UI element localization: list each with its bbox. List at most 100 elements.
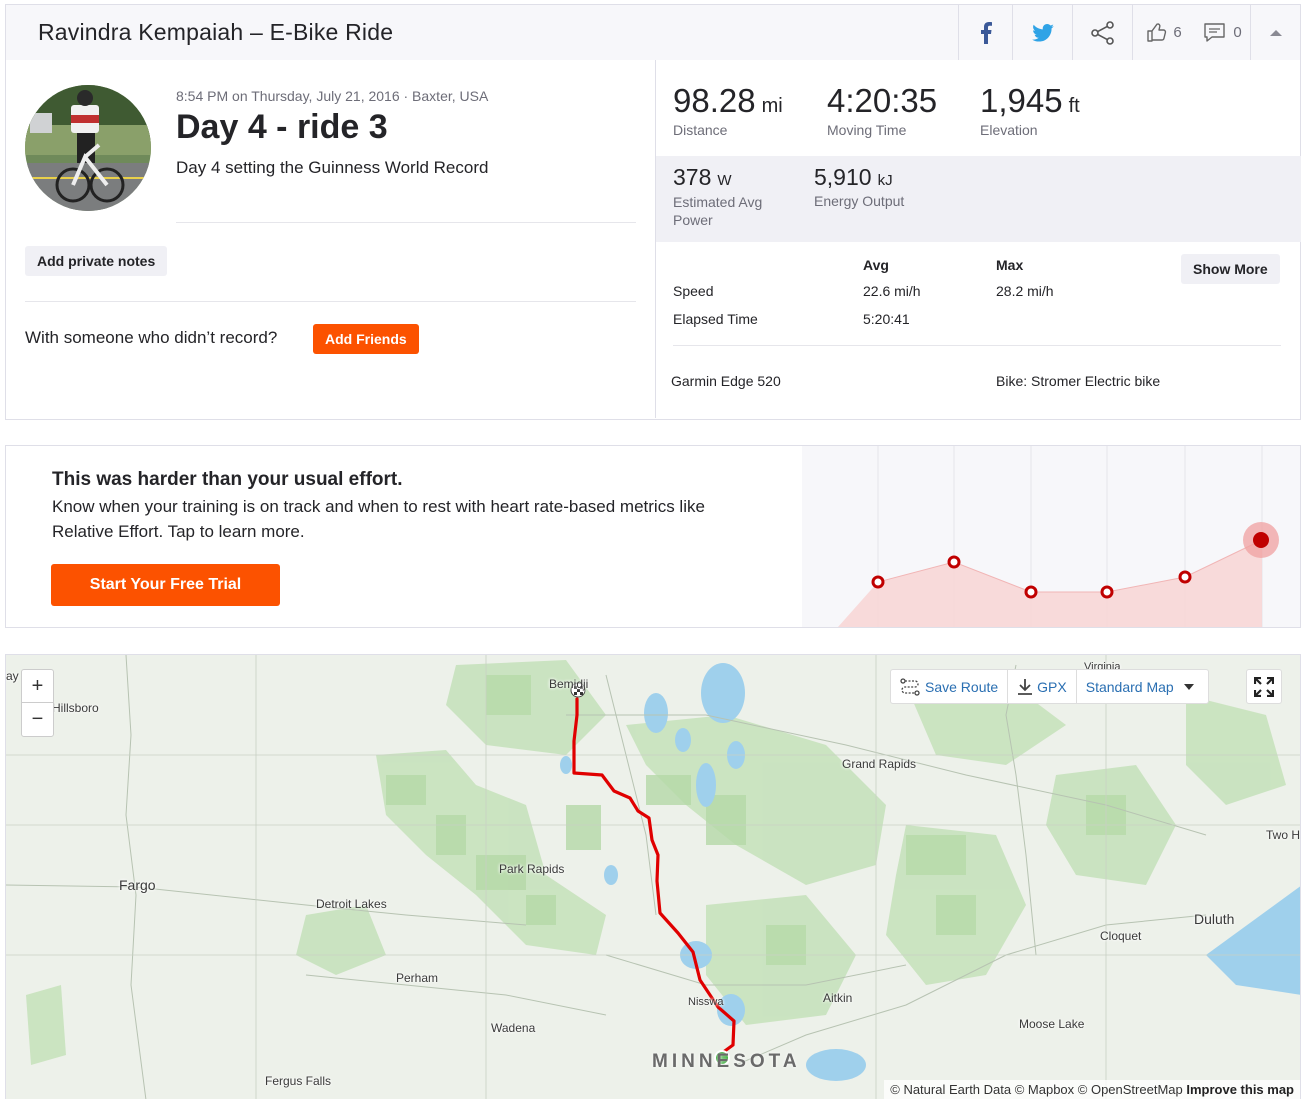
activity-datetime: 8:54 PM on Thursday, July 21, 2016 · Bax…: [176, 88, 489, 104]
divider: [673, 345, 1281, 346]
distance-value: 98.28: [673, 82, 756, 119]
kudos-button[interactable]: 6: [1132, 5, 1196, 60]
map-label: Wadena: [491, 1021, 536, 1035]
speed-max: 28.2 mi/h: [996, 283, 1054, 299]
twitter-share-button[interactable]: [1012, 5, 1072, 60]
download-icon: [1018, 678, 1033, 695]
caret-up-icon: [1269, 29, 1282, 36]
collapse-button[interactable]: [1250, 5, 1300, 60]
divider: [25, 301, 636, 302]
show-more-button[interactable]: Show More: [1181, 254, 1280, 284]
map-label: Two H: [1266, 828, 1301, 842]
avatar[interactable]: [25, 85, 151, 211]
map-label: Aitkin: [823, 991, 853, 1005]
distance-label: Distance: [673, 122, 728, 138]
map-style-dropdown[interactable]: Standard Map: [1075, 670, 1208, 703]
distance-unit: mi: [761, 95, 783, 117]
energy-stat: 5,910 kJ Energy Output: [814, 164, 904, 209]
max-header: Max: [996, 257, 1024, 273]
elevation-unit: ft: [1068, 95, 1080, 117]
map-label: Nisswa: [688, 996, 724, 1008]
map-label: Park Rapids: [499, 862, 565, 876]
power-value: 378: [673, 164, 712, 190]
energy-label: Energy Output: [814, 193, 905, 209]
relative-effort-banner[interactable]: This was harder than your usual effort. …: [5, 445, 1301, 628]
map-canvas[interactable]: [6, 655, 1301, 1099]
map-label: Duluth: [1194, 911, 1235, 927]
map-label: Moose Lake: [1019, 1017, 1085, 1031]
facebook-share-button[interactable]: [958, 5, 1012, 60]
with-someone-prompt: With someone who didn’t record?: [25, 328, 278, 347]
map-label: Detroit Lakes: [316, 897, 387, 911]
elevation-value: 1,945: [980, 82, 1063, 119]
comment-button[interactable]: 0: [1196, 5, 1250, 60]
speed-avg: 22.6 mi/h: [863, 283, 921, 299]
activity-summary: 8:54 PM on Thursday, July 21, 2016 · Bax…: [5, 60, 1301, 420]
map-label: Cloquet: [1100, 929, 1142, 943]
energy-unit: kJ: [877, 172, 893, 189]
map-toolbar: Save Route GPX Standard Map: [890, 669, 1209, 704]
zoom-in-button[interactable]: +: [22, 670, 53, 703]
add-private-notes-button[interactable]: Add private notes: [25, 246, 168, 276]
activity-description: Day 4 setting the Guinness World Record: [176, 158, 489, 177]
effort-title: This was harder than your usual effort.: [52, 469, 403, 490]
facebook-icon: [980, 21, 992, 44]
speed-label: Speed: [673, 283, 714, 299]
map-attribution: © Natural Earth Data © Mapbox © OpenStre…: [884, 1080, 1300, 1099]
bike-name: Bike: Stromer Electric bike: [996, 373, 1161, 389]
moving-time-stat: 4:20:35 Moving Time: [827, 82, 937, 138]
elapsed-time-label: Elapsed Time: [673, 311, 758, 327]
energy-value: 5,910: [814, 164, 872, 190]
moving-time-label: Moving Time: [827, 122, 907, 138]
route-icon: [900, 677, 920, 696]
power-stat: 378 W Estimated Avg Power: [673, 164, 793, 229]
share-button[interactable]: [1072, 5, 1132, 60]
comment-count: 0: [1233, 24, 1242, 41]
distance-stat: 98.28 mi Distance: [673, 82, 783, 138]
expand-icon: [1254, 676, 1274, 697]
map-label: Grand Rapids: [842, 757, 917, 771]
add-friends-button[interactable]: Add Friends: [313, 324, 419, 354]
start-free-trial-button[interactable]: Start Your Free Trial: [51, 564, 280, 606]
effort-description: Know when your training is on track and …: [52, 497, 705, 541]
activity-name: Day 4 - ride 3: [176, 108, 388, 146]
activity-details: 8:54 PM on Thursday, July 21, 2016 · Bax…: [6, 60, 655, 418]
elevation-stat: 1,945 ft Elevation: [980, 82, 1080, 138]
effort-trend-graphic: [802, 446, 1300, 627]
route-map[interactable]: ay Hillsboro Bemidji Virginia Grand Rapi…: [5, 654, 1301, 1099]
activity-header: Ravindra Kempaiah – E-Bike Ride 6 0: [5, 4, 1301, 61]
zoom-out-button[interactable]: −: [22, 703, 53, 736]
avg-header: Avg: [863, 257, 889, 273]
elapsed-time-avg: 5:20:41: [863, 311, 910, 327]
fullscreen-button[interactable]: [1246, 669, 1282, 704]
map-label: Perham: [396, 971, 439, 985]
page-title: Ravindra Kempaiah – E-Bike Ride: [38, 19, 394, 45]
device-name: Garmin Edge 520: [671, 373, 781, 389]
comment-icon: [1204, 23, 1226, 42]
map-style-label: Standard Map: [1085, 678, 1174, 695]
kudos-count: 6: [1173, 24, 1182, 41]
power-label: Estimated Avg Power: [673, 194, 763, 228]
gpx-download-button[interactable]: GPX: [1007, 670, 1076, 703]
zoom-controls: + −: [21, 669, 54, 737]
thumbs-up-icon: [1147, 23, 1167, 42]
share-icon: [1090, 20, 1114, 45]
twitter-icon: [1031, 23, 1054, 42]
map-state-label: MINNESOTA: [652, 1051, 801, 1072]
attribution-text: © Natural Earth Data © Mapbox © OpenStre…: [890, 1082, 1183, 1097]
map-label: ay: [6, 669, 19, 683]
chevron-down-icon: [1183, 683, 1194, 690]
secondary-stats: 378 W Estimated Avg Power 5,910 kJ Energy …: [656, 156, 1301, 242]
moving-time-value: 4:20:35: [827, 82, 938, 119]
map-label: Hillsboro: [52, 701, 99, 715]
save-route-label: Save Route: [925, 678, 999, 695]
map-label: Fargo: [119, 877, 156, 893]
map-label: Fergus Falls: [265, 1074, 332, 1088]
divider: [176, 222, 636, 223]
activity-stats: 98.28 mi Distance 4:20:35 Moving Time 1,9…: [655, 60, 1301, 418]
save-route-button[interactable]: Save Route: [891, 670, 1007, 703]
elevation-label: Elevation: [980, 122, 1038, 138]
gpx-label: GPX: [1037, 678, 1067, 695]
power-unit: W: [717, 172, 732, 189]
improve-map-link[interactable]: Improve this map: [1186, 1082, 1294, 1097]
